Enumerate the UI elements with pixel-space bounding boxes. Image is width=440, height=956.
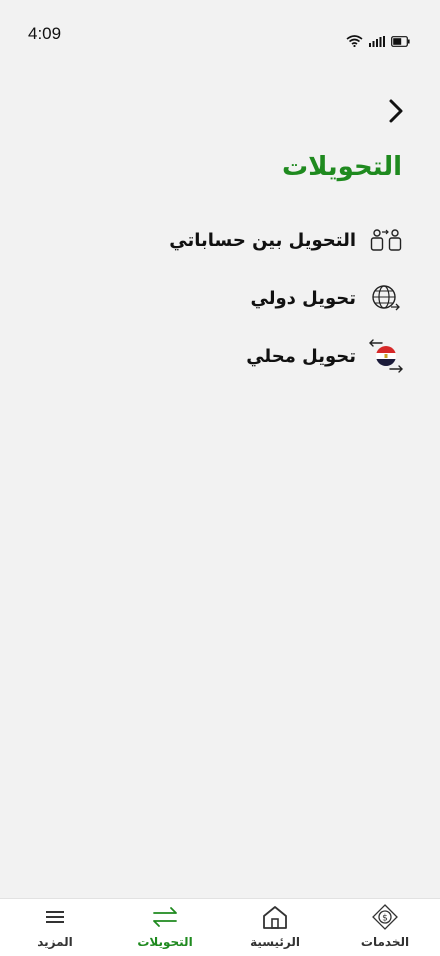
tab-label: المزيد <box>37 935 73 949</box>
battery-icon <box>391 32 410 51</box>
tab-services[interactable]: $ الخدمات <box>330 899 440 956</box>
wifi-icon <box>346 32 363 51</box>
menu-item-own-accounts-transfer[interactable]: التحويل بين حساباتي <box>104 220 404 260</box>
transfer-arrows-icon <box>150 903 180 931</box>
tab-label: الرئيسية <box>250 935 300 949</box>
svg-text:$: $ <box>382 914 388 924</box>
signal-icon <box>369 32 385 51</box>
home-icon <box>260 903 290 931</box>
menu-item-label: تحويل دولي <box>250 287 356 309</box>
egypt-flag-transfer-icon <box>368 338 404 374</box>
accounts-transfer-icon <box>368 222 404 258</box>
menu-icon <box>40 903 70 931</box>
page-title: التحويلات <box>282 152 402 182</box>
tab-label: الخدمات <box>360 935 410 949</box>
status-icons <box>346 32 410 51</box>
services-coin-icon: $ <box>370 903 400 931</box>
bottom-tab-bar: $ الخدمات الرئيسية التحويلات المزيد <box>0 898 440 956</box>
tab-more[interactable]: المزيد <box>0 899 110 956</box>
menu-item-label: تحويل محلي <box>246 345 356 367</box>
tab-home[interactable]: الرئيسية <box>220 899 330 956</box>
tab-label: التحويلات <box>137 935 193 949</box>
menu-item-local-transfer[interactable]: تحويل محلي <box>104 336 404 376</box>
status-bar: 4:09 <box>0 0 440 60</box>
transfer-menu: التحويل بين حساباتي تحويل دولي تحويل محل… <box>104 220 404 394</box>
menu-item-label: التحويل بين حساباتي <box>169 229 356 251</box>
menu-item-international-transfer[interactable]: تحويل دولي <box>104 278 404 318</box>
chevron-right-icon <box>388 98 404 128</box>
status-time: 4:09 <box>28 24 62 43</box>
globe-transfer-icon <box>368 280 404 316</box>
tab-transfers[interactable]: التحويلات <box>110 899 220 956</box>
back-button[interactable] <box>384 98 408 128</box>
